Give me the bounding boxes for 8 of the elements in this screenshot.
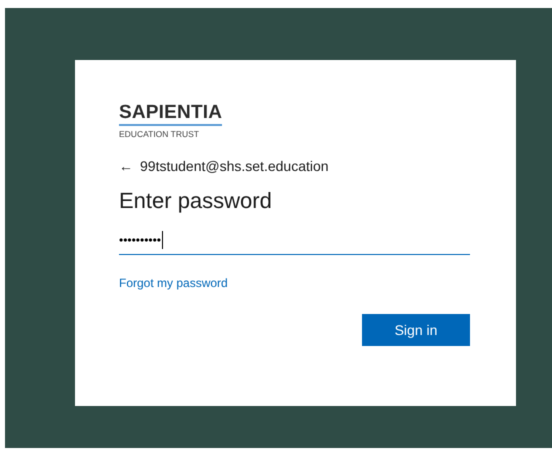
forgot-password-link[interactable]: Forgot my password <box>119 276 228 290</box>
back-button[interactable]: ← <box>119 158 133 174</box>
sign-in-button[interactable]: Sign in <box>362 314 470 346</box>
account-email: 99tstudent@shs.set.education <box>140 158 329 174</box>
logo-name: SAPIENTIA <box>119 102 222 126</box>
logo-tagline: EDUCATION TRUST <box>119 129 199 139</box>
password-field[interactable]: •••••••••• <box>119 226 470 255</box>
heading: Enter password <box>119 188 273 214</box>
